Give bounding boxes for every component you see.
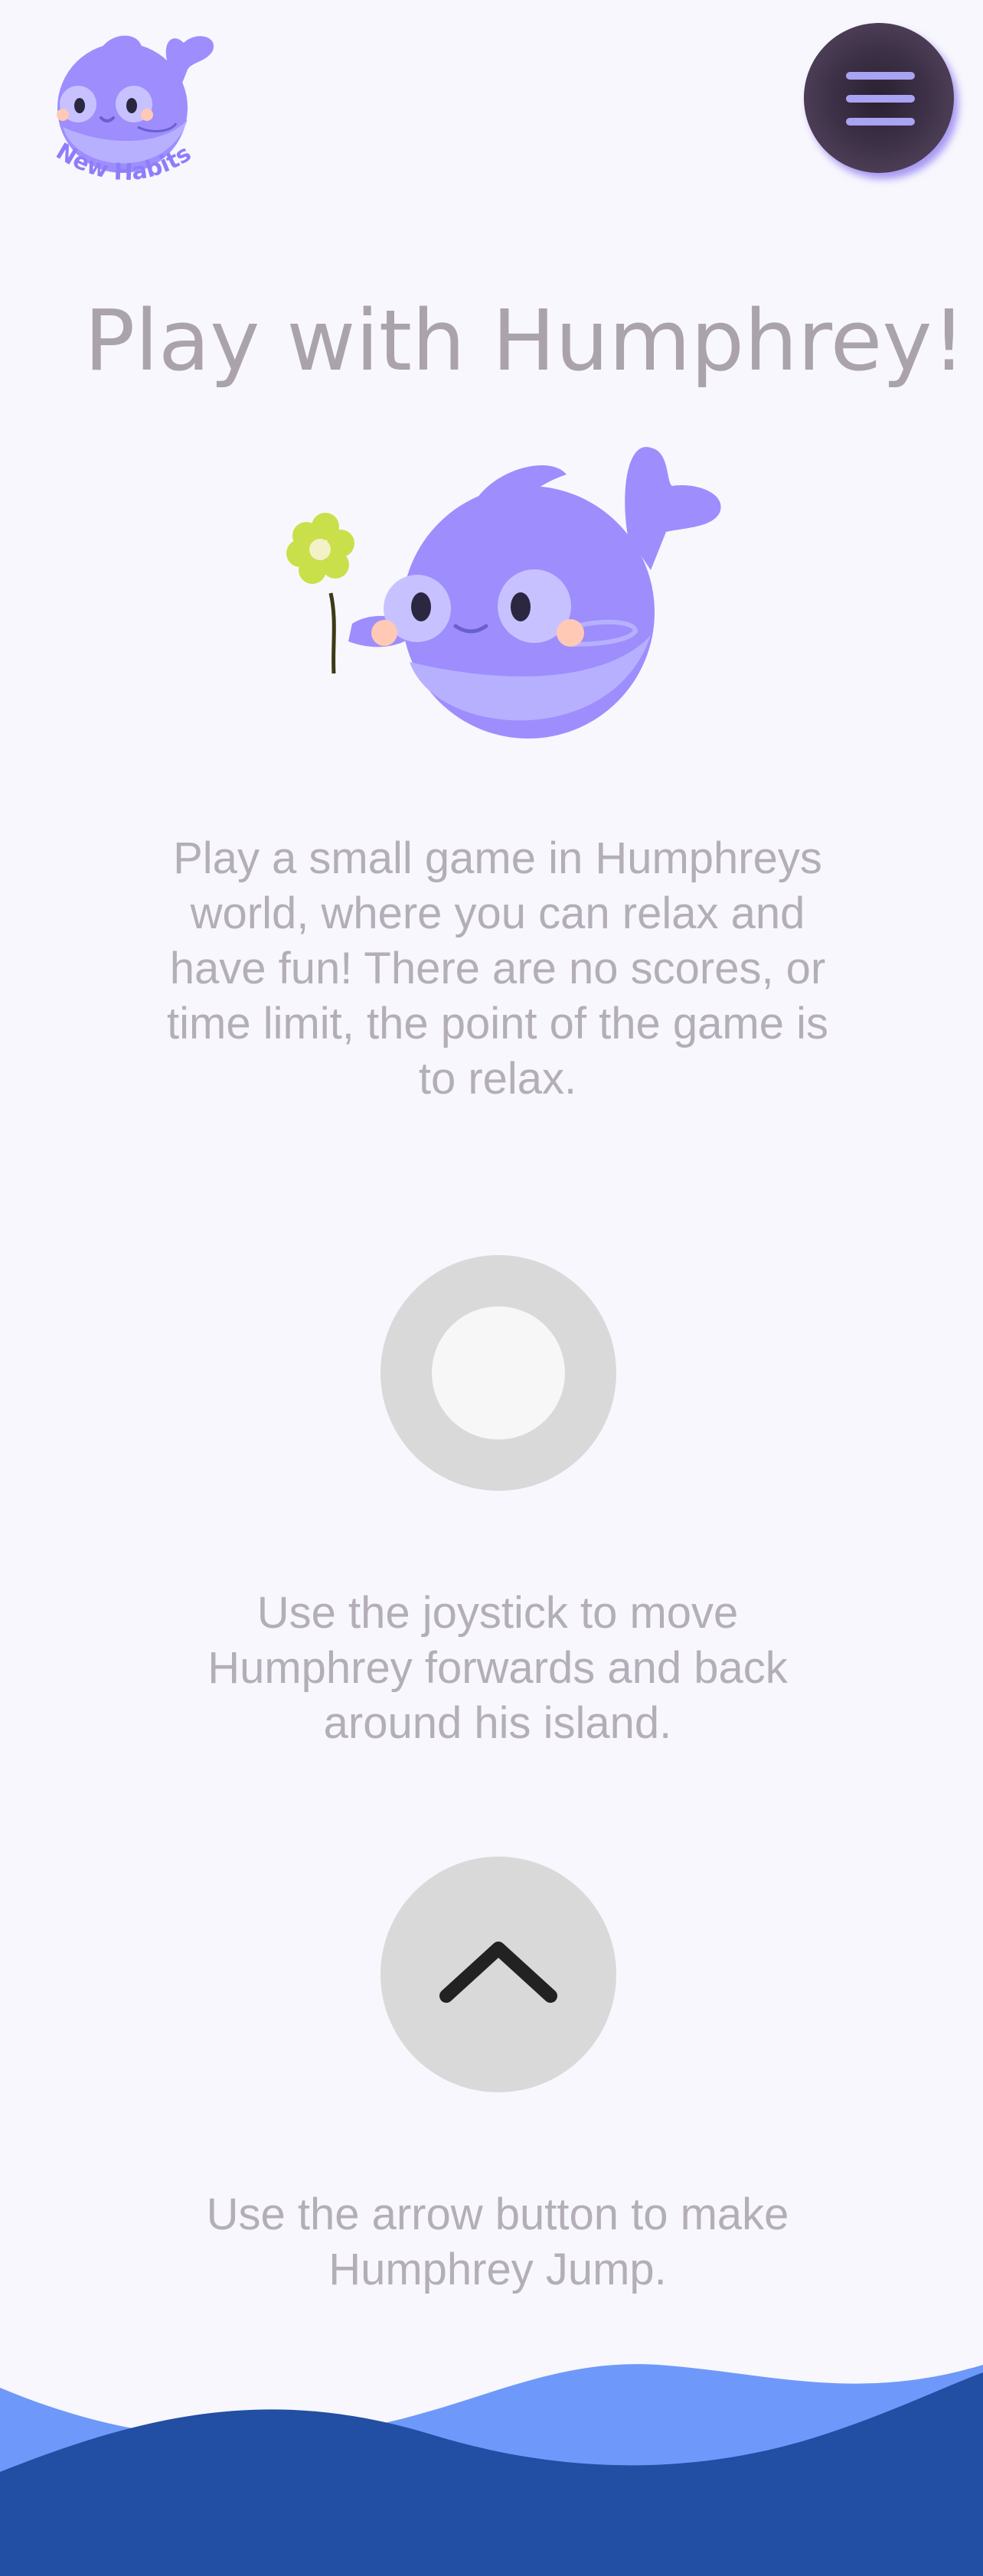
jump-instructions: Use the arrow button to make Humphrey Ju… bbox=[206, 2190, 789, 2294]
joystick-icon[interactable] bbox=[432, 1306, 565, 1440]
humphrey-illustration bbox=[268, 444, 727, 742]
jump-button[interactable] bbox=[380, 1857, 616, 2092]
joystick-instructions: Use the joystick to move Humphrey forwar… bbox=[207, 1588, 788, 1748]
menu-button[interactable] bbox=[804, 23, 954, 173]
flower-icon bbox=[286, 513, 354, 584]
intro-text: Play a small game in Humphreys world, wh… bbox=[167, 833, 828, 1104]
page-title: Play with Humphrey! bbox=[84, 292, 966, 390]
logo[interactable]: New Habits bbox=[46, 28, 222, 196]
joystick[interactable] bbox=[380, 1255, 616, 1491]
hamburger-menu-icon bbox=[846, 72, 915, 126]
ocean-waves bbox=[0, 2364, 983, 2576]
chevron-up-icon bbox=[439, 1942, 557, 2003]
